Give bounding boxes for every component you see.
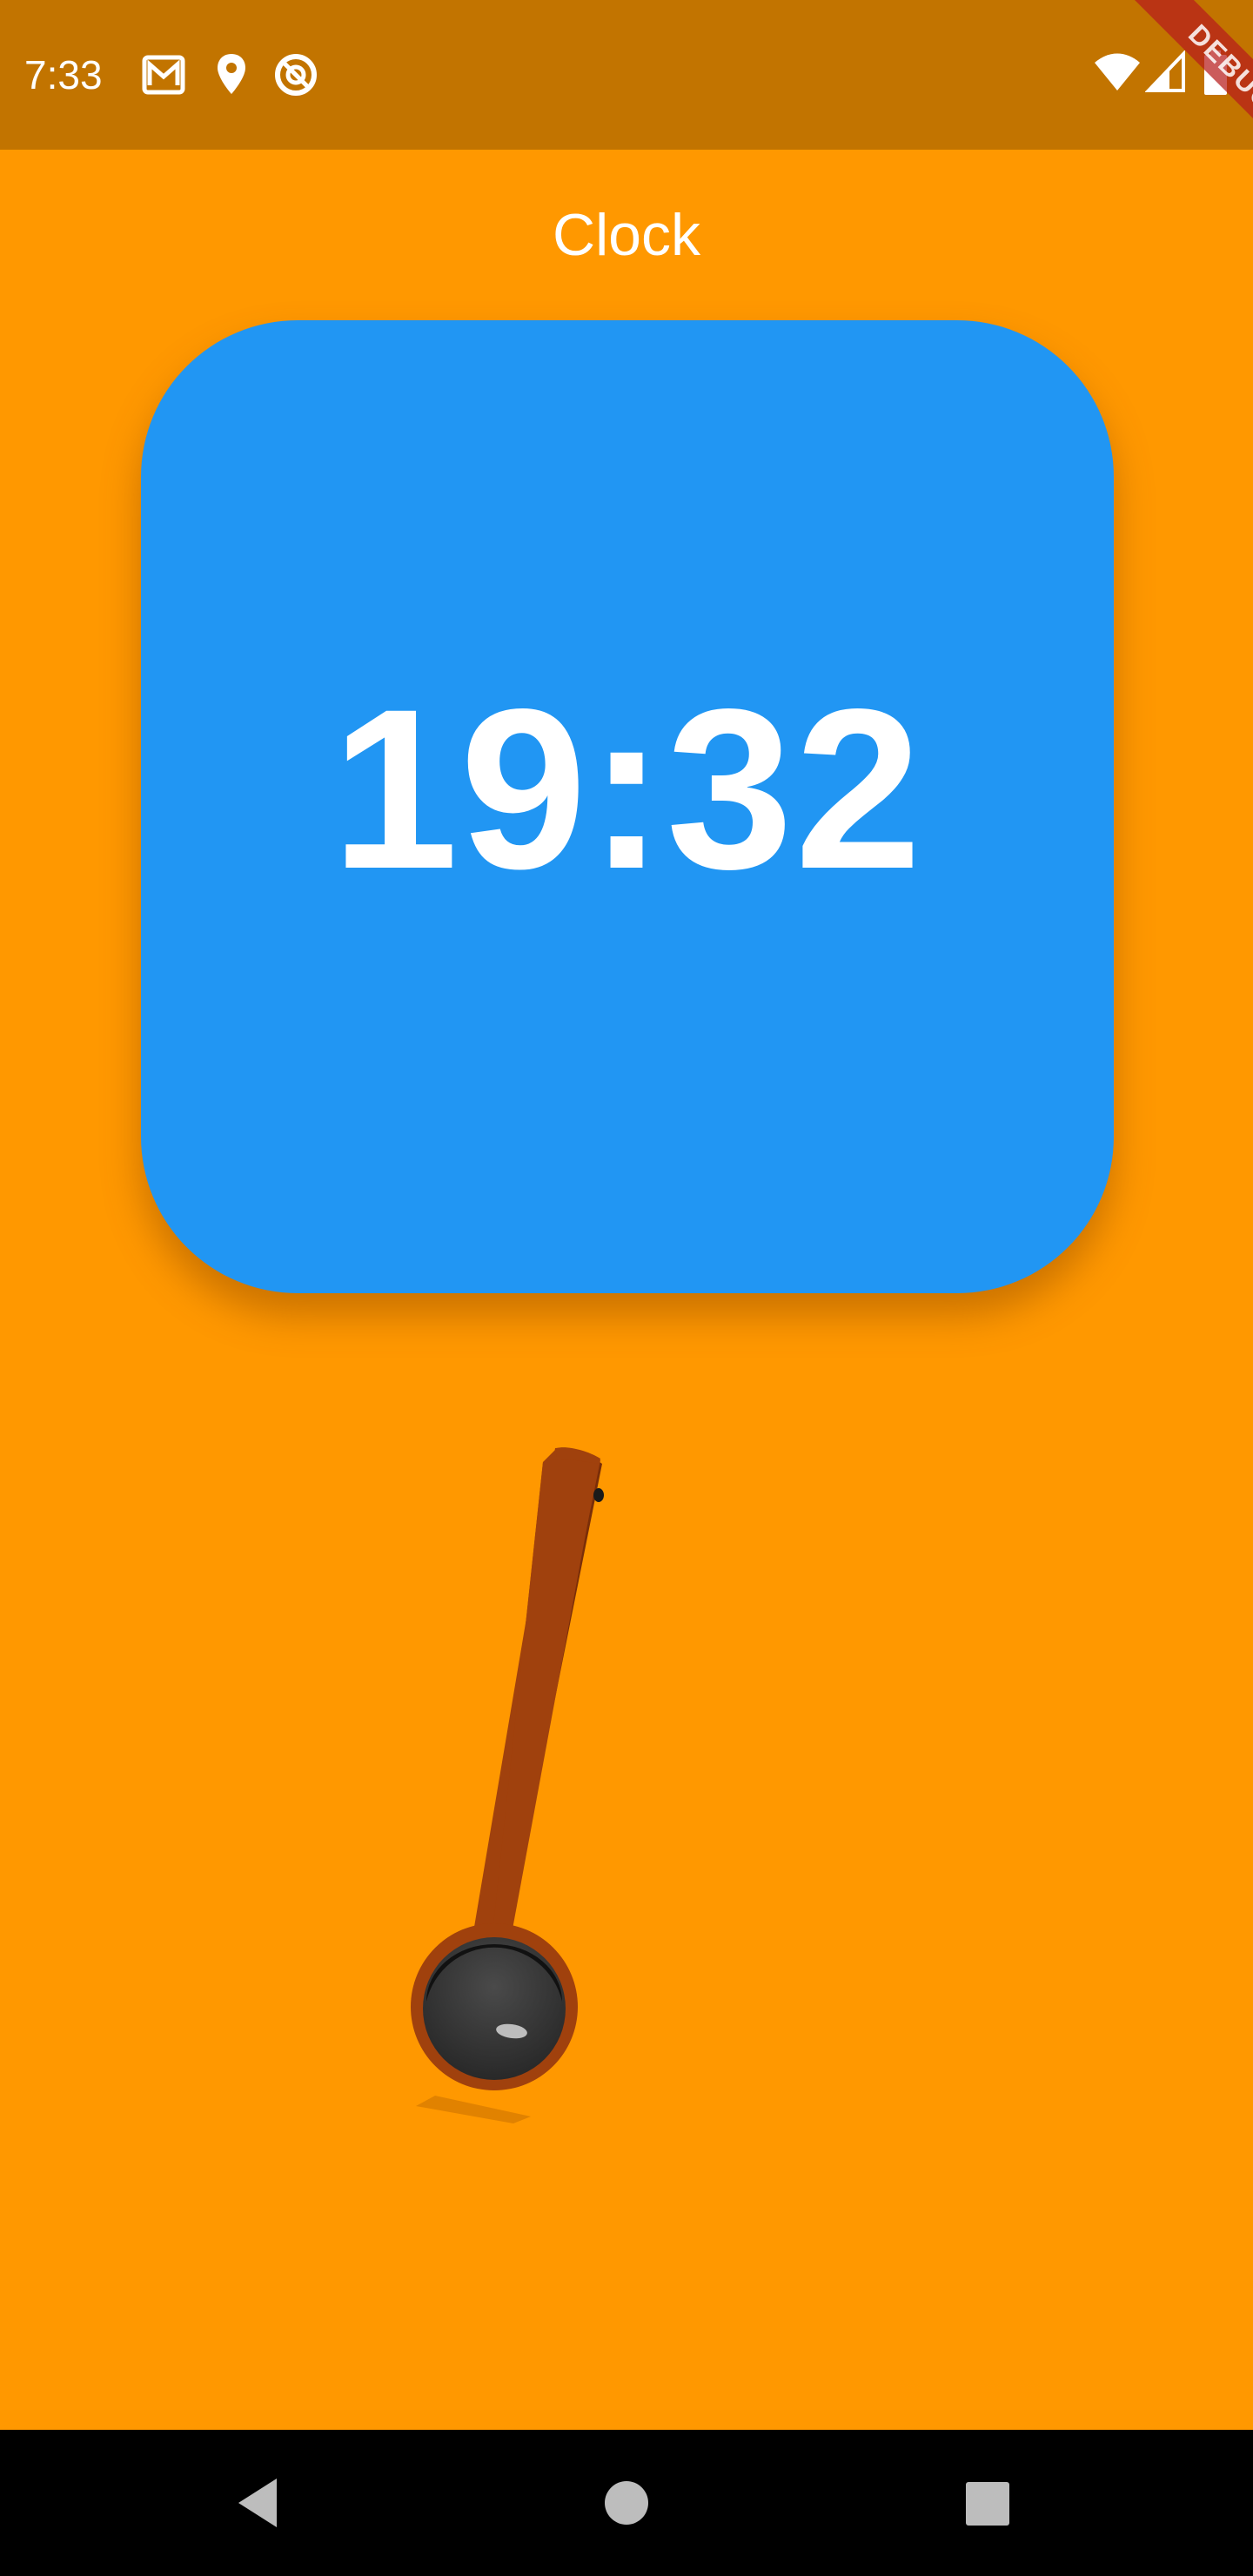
gallery-mail-icon <box>142 55 185 95</box>
back-icon[interactable] <box>226 2468 296 2538</box>
data-saver-icon <box>275 54 317 96</box>
location-pin-icon <box>218 54 245 94</box>
status-bar: 7:33 <box>0 0 1253 150</box>
status-time: 7:33 <box>24 52 103 97</box>
lever-handle-icon[interactable] <box>383 1445 679 2141</box>
debug-label: DEBUG <box>1124 0 1253 176</box>
nav-bar <box>0 2430 1253 2576</box>
home-icon[interactable] <box>592 2468 661 2538</box>
debug-banner: DEBUG <box>1070 0 1253 183</box>
recents-icon[interactable] <box>952 2468 1022 2538</box>
clock-card: 19:32 <box>141 320 1114 1293</box>
clock-time-display: 19:32 <box>331 661 924 916</box>
page-title: Clock <box>552 202 701 268</box>
